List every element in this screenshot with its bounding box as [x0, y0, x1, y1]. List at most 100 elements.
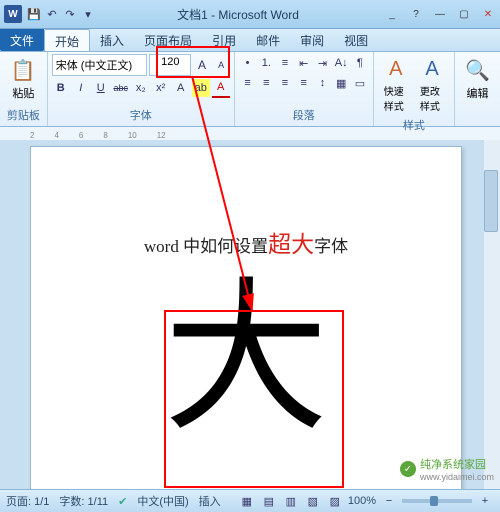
tab-view[interactable]: 视图 [334, 29, 378, 51]
view-print-icon[interactable]: ▦ [238, 492, 256, 510]
watermark-text: 纯净系统家园 [420, 456, 494, 472]
tab-file[interactable]: 文件 [0, 29, 44, 51]
underline-button[interactable]: U [92, 79, 110, 97]
tab-mail[interactable]: 邮件 [246, 29, 290, 51]
maximize-button[interactable]: ▢ [452, 5, 476, 23]
ribbon-tabs: 文件 开始 插入 页面布局 引用 邮件 审阅 视图 [0, 29, 500, 52]
zoom-pct[interactable]: 100% [348, 495, 376, 507]
watermark-icon: ✓ [400, 461, 416, 477]
change-styles-label: 更改样式 [420, 83, 444, 113]
quick-styles-icon: A [389, 58, 402, 81]
status-mode[interactable]: 插入 [199, 493, 221, 509]
page[interactable]: word 中如何设置超大字体 大 [30, 146, 462, 490]
view-web-icon[interactable]: ▥ [282, 492, 300, 510]
scroll-thumb[interactable] [484, 170, 498, 232]
zoom-out-button[interactable]: − [380, 492, 398, 510]
group-paragraph: • 1. ≡ ⇤ ⇥ A↓ ¶ ≡ ≡ ≡ ≡ ↕ ▦ ▭ [235, 52, 374, 126]
font-name-select[interactable]: 宋体 (中文正文) [52, 54, 148, 76]
save-button[interactable]: 💾 [26, 6, 42, 22]
group-styles: A 快速样式 A 更改样式 样式 [374, 52, 455, 126]
font-color-button[interactable]: A [212, 78, 230, 98]
headline-text: word 中如何设置超大字体 [31, 225, 461, 259]
paste-label: 粘贴 [12, 85, 34, 101]
app-icon[interactable]: W [4, 5, 22, 23]
increase-indent-button[interactable]: ⇥ [314, 54, 332, 72]
window-title: 文档1 - Microsoft Word [96, 6, 380, 23]
paste-button[interactable]: 📋 粘贴 [4, 54, 43, 105]
font-group-label: 字体 [52, 107, 230, 124]
strike-button[interactable]: abc [112, 79, 130, 97]
paragraph-label: 段落 [239, 107, 369, 124]
numbers-button[interactable]: 1. [257, 54, 275, 72]
quick-styles-button[interactable]: A 快速样式 [378, 54, 414, 117]
document-area: word 中如何设置超大字体 大 [0, 140, 500, 490]
redo-button[interactable]: ↷ [62, 6, 78, 22]
sort-button[interactable]: A↓ [332, 54, 350, 72]
multilevel-button[interactable]: ≡ [276, 54, 294, 72]
editing-button[interactable]: 🔍 编辑 [459, 54, 496, 105]
view-outline-icon[interactable]: ▧ [304, 492, 322, 510]
status-language[interactable]: 中文(中国) [137, 493, 188, 509]
view-draft-icon[interactable]: ▨ [326, 492, 344, 510]
watermark-url: www.yidaimei.com [420, 472, 494, 482]
quick-styles-label: 快速样式 [384, 83, 408, 113]
tab-home[interactable]: 开始 [44, 29, 90, 51]
align-right-button[interactable]: ≡ [276, 74, 294, 92]
bullets-button[interactable]: • [239, 54, 257, 72]
group-editing: 🔍 编辑 [455, 52, 500, 126]
justify-button[interactable]: ≡ [295, 74, 313, 92]
vertical-scrollbar[interactable] [484, 140, 500, 490]
decrease-indent-button[interactable]: ⇤ [295, 54, 313, 72]
group-clipboard: 📋 粘贴 剪贴板 [0, 52, 48, 126]
grow-font-button[interactable]: A [193, 56, 210, 74]
quick-access-toolbar: 💾 ↶ ↷ ▾ [26, 6, 96, 22]
undo-button[interactable]: ↶ [44, 6, 60, 22]
view-read-icon[interactable]: ▤ [260, 492, 278, 510]
word-window: W 💾 ↶ ↷ ▾ 文档1 - Microsoft Word _ ? — ▢ ✕… [0, 0, 500, 512]
shading-button[interactable]: ▦ [332, 74, 350, 92]
tab-references[interactable]: 引用 [202, 29, 246, 51]
watermark: ✓ 纯净系统家园 www.yidaimei.com [400, 456, 494, 482]
minimize-button[interactable]: — [428, 5, 452, 23]
clipboard-label: 剪贴板 [4, 107, 43, 124]
styles-label: 样式 [378, 117, 450, 134]
zoom-slider[interactable] [402, 499, 472, 503]
qat-more[interactable]: ▾ [80, 6, 96, 22]
shrink-font-button[interactable]: A [213, 56, 230, 74]
bold-button[interactable]: B [52, 79, 70, 97]
group-font: 宋体 (中文正文) 120 A A B I U abc x₂ x² A ab A [48, 52, 235, 126]
align-left-button[interactable]: ≡ [239, 74, 257, 92]
find-icon: 🔍 [465, 58, 490, 83]
zoom-thumb[interactable] [430, 496, 438, 506]
help-button[interactable]: ? [404, 5, 428, 23]
change-styles-icon: A [425, 58, 438, 81]
title-bar: W 💾 ↶ ↷ ▾ 文档1 - Microsoft Word _ ? — ▢ ✕ [0, 0, 500, 29]
zoom-controls: ▦ ▤ ▥ ▧ ▨ 100% − + [238, 492, 494, 510]
superscript-button[interactable]: x² [152, 79, 170, 97]
ribbon-min-button[interactable]: _ [380, 5, 404, 23]
status-proof-icon[interactable]: ✔ [118, 495, 127, 508]
window-controls: _ ? — ▢ ✕ [380, 5, 500, 23]
paste-icon: 📋 [11, 58, 36, 83]
font-size-select[interactable]: 120 [149, 54, 191, 76]
tab-layout[interactable]: 页面布局 [134, 29, 202, 51]
line-spacing-button[interactable]: ↕ [314, 74, 332, 92]
status-bar: 页面: 1/1 字数: 1/11 ✔ 中文(中国) 插入 ▦ ▤ ▥ ▧ ▨ 1… [0, 489, 500, 512]
show-marks-button[interactable]: ¶ [351, 54, 369, 72]
border-button[interactable]: ▭ [351, 74, 369, 92]
align-center-button[interactable]: ≡ [257, 74, 275, 92]
ribbon: 📋 粘贴 剪贴板 宋体 (中文正文) 120 A A B I U abc x₂ [0, 52, 500, 127]
zoom-in-button[interactable]: + [476, 492, 494, 510]
status-page[interactable]: 页面: 1/1 [6, 493, 49, 509]
highlight-button[interactable]: ab [192, 79, 210, 97]
subscript-button[interactable]: x₂ [132, 79, 150, 97]
editing-label: 编辑 [467, 85, 489, 101]
text-effects-button[interactable]: A [172, 79, 190, 97]
status-words[interactable]: 字数: 1/11 [59, 493, 108, 509]
close-button[interactable]: ✕ [476, 5, 500, 23]
big-character: 大 [31, 277, 461, 442]
italic-button[interactable]: I [72, 79, 90, 97]
tab-insert[interactable]: 插入 [90, 29, 134, 51]
tab-review[interactable]: 审阅 [290, 29, 334, 51]
change-styles-button[interactable]: A 更改样式 [414, 54, 450, 117]
